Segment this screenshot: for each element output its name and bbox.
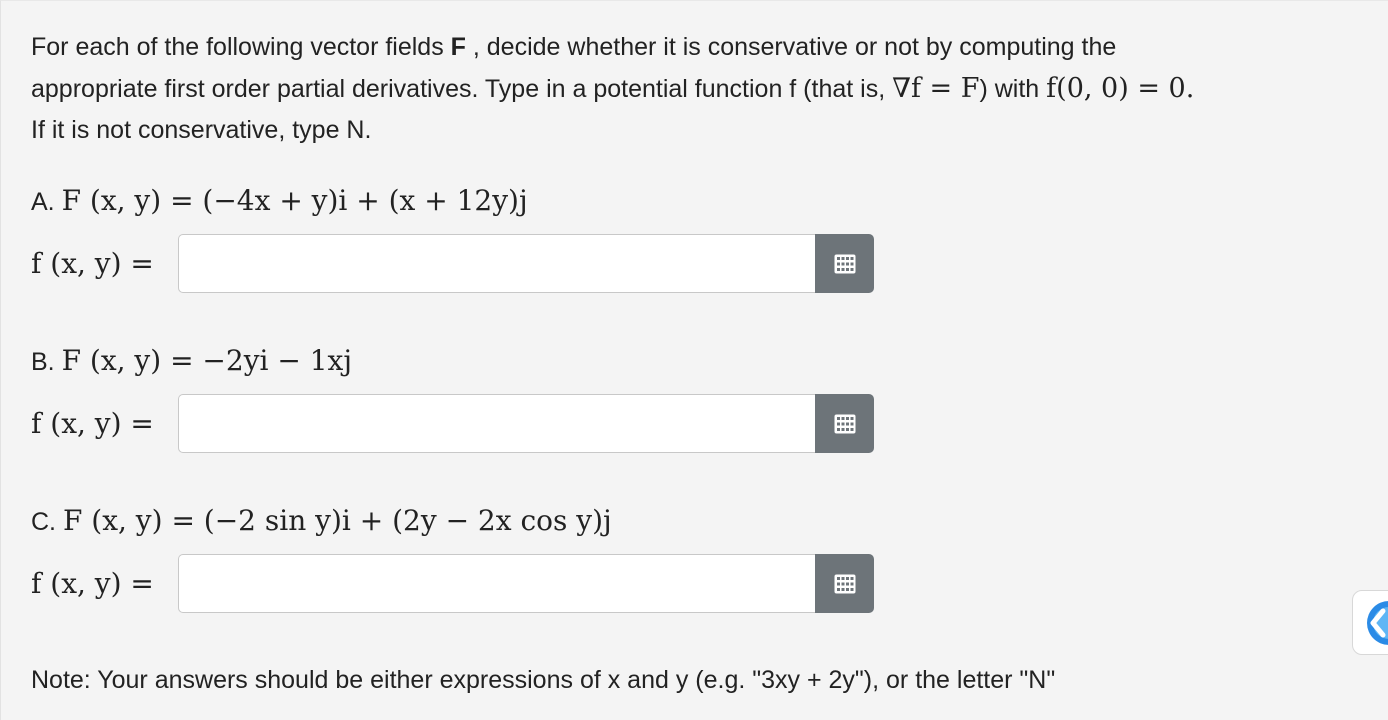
question-c-keyboard-button[interactable] [815,554,874,613]
question-b-field: F (x, y) = −2yi − 1xj [61,344,353,377]
question-a-label: A. F (x, y) = (−4x + y)i + (x + 12y)j [31,184,528,217]
intro-line-3: If it is not conservative, type N. [31,116,372,144]
question-a-keyboard-button[interactable] [815,234,874,293]
keyboard-grid-icon [834,574,855,593]
intro-line-2: appropriate first order partial derivati… [31,73,1195,104]
answer-format-note: Note: Your answers should be either expr… [31,666,1056,694]
keyboard-grid-icon [834,254,855,273]
assistant-widget-button[interactable] [1352,590,1388,655]
initial-condition: f(0, 0) = 0. [1046,73,1195,104]
question-b-keyboard-button[interactable] [815,394,874,453]
question-a-answer-input[interactable] [178,234,815,293]
question-b-label: B. F (x, y) = −2yi − 1xj [31,344,353,377]
gradient-expression: ∇f = F [892,73,980,104]
assistant-widget-icon [1367,601,1388,645]
question-b-answer-input[interactable] [178,394,815,453]
question-a-answer-group [178,234,874,293]
question-b-f-label: f (x, y) = [31,407,154,440]
question-c-answer-group [178,554,874,613]
question-a-field: F (x, y) = (−4x + y)i + (x + 12y)j [61,184,528,217]
intro-line-1: For each of the following vector fields … [31,33,1117,61]
question-b-answer-group [178,394,874,453]
question-c-answer-input[interactable] [178,554,815,613]
problem-panel: For each of the following vector fields … [0,0,1388,720]
question-c-field: F (x, y) = (−2 sin y)i + (2y − 2x cos y)… [62,504,612,537]
problem-instructions: For each of the following vector fields … [31,27,1381,151]
keyboard-grid-icon [834,414,855,433]
question-c-label: C. F (x, y) = (−2 sin y)i + (2y − 2x cos… [31,504,612,537]
question-c-f-label: f (x, y) = [31,567,154,600]
question-a-f-label: f (x, y) = [31,247,154,280]
